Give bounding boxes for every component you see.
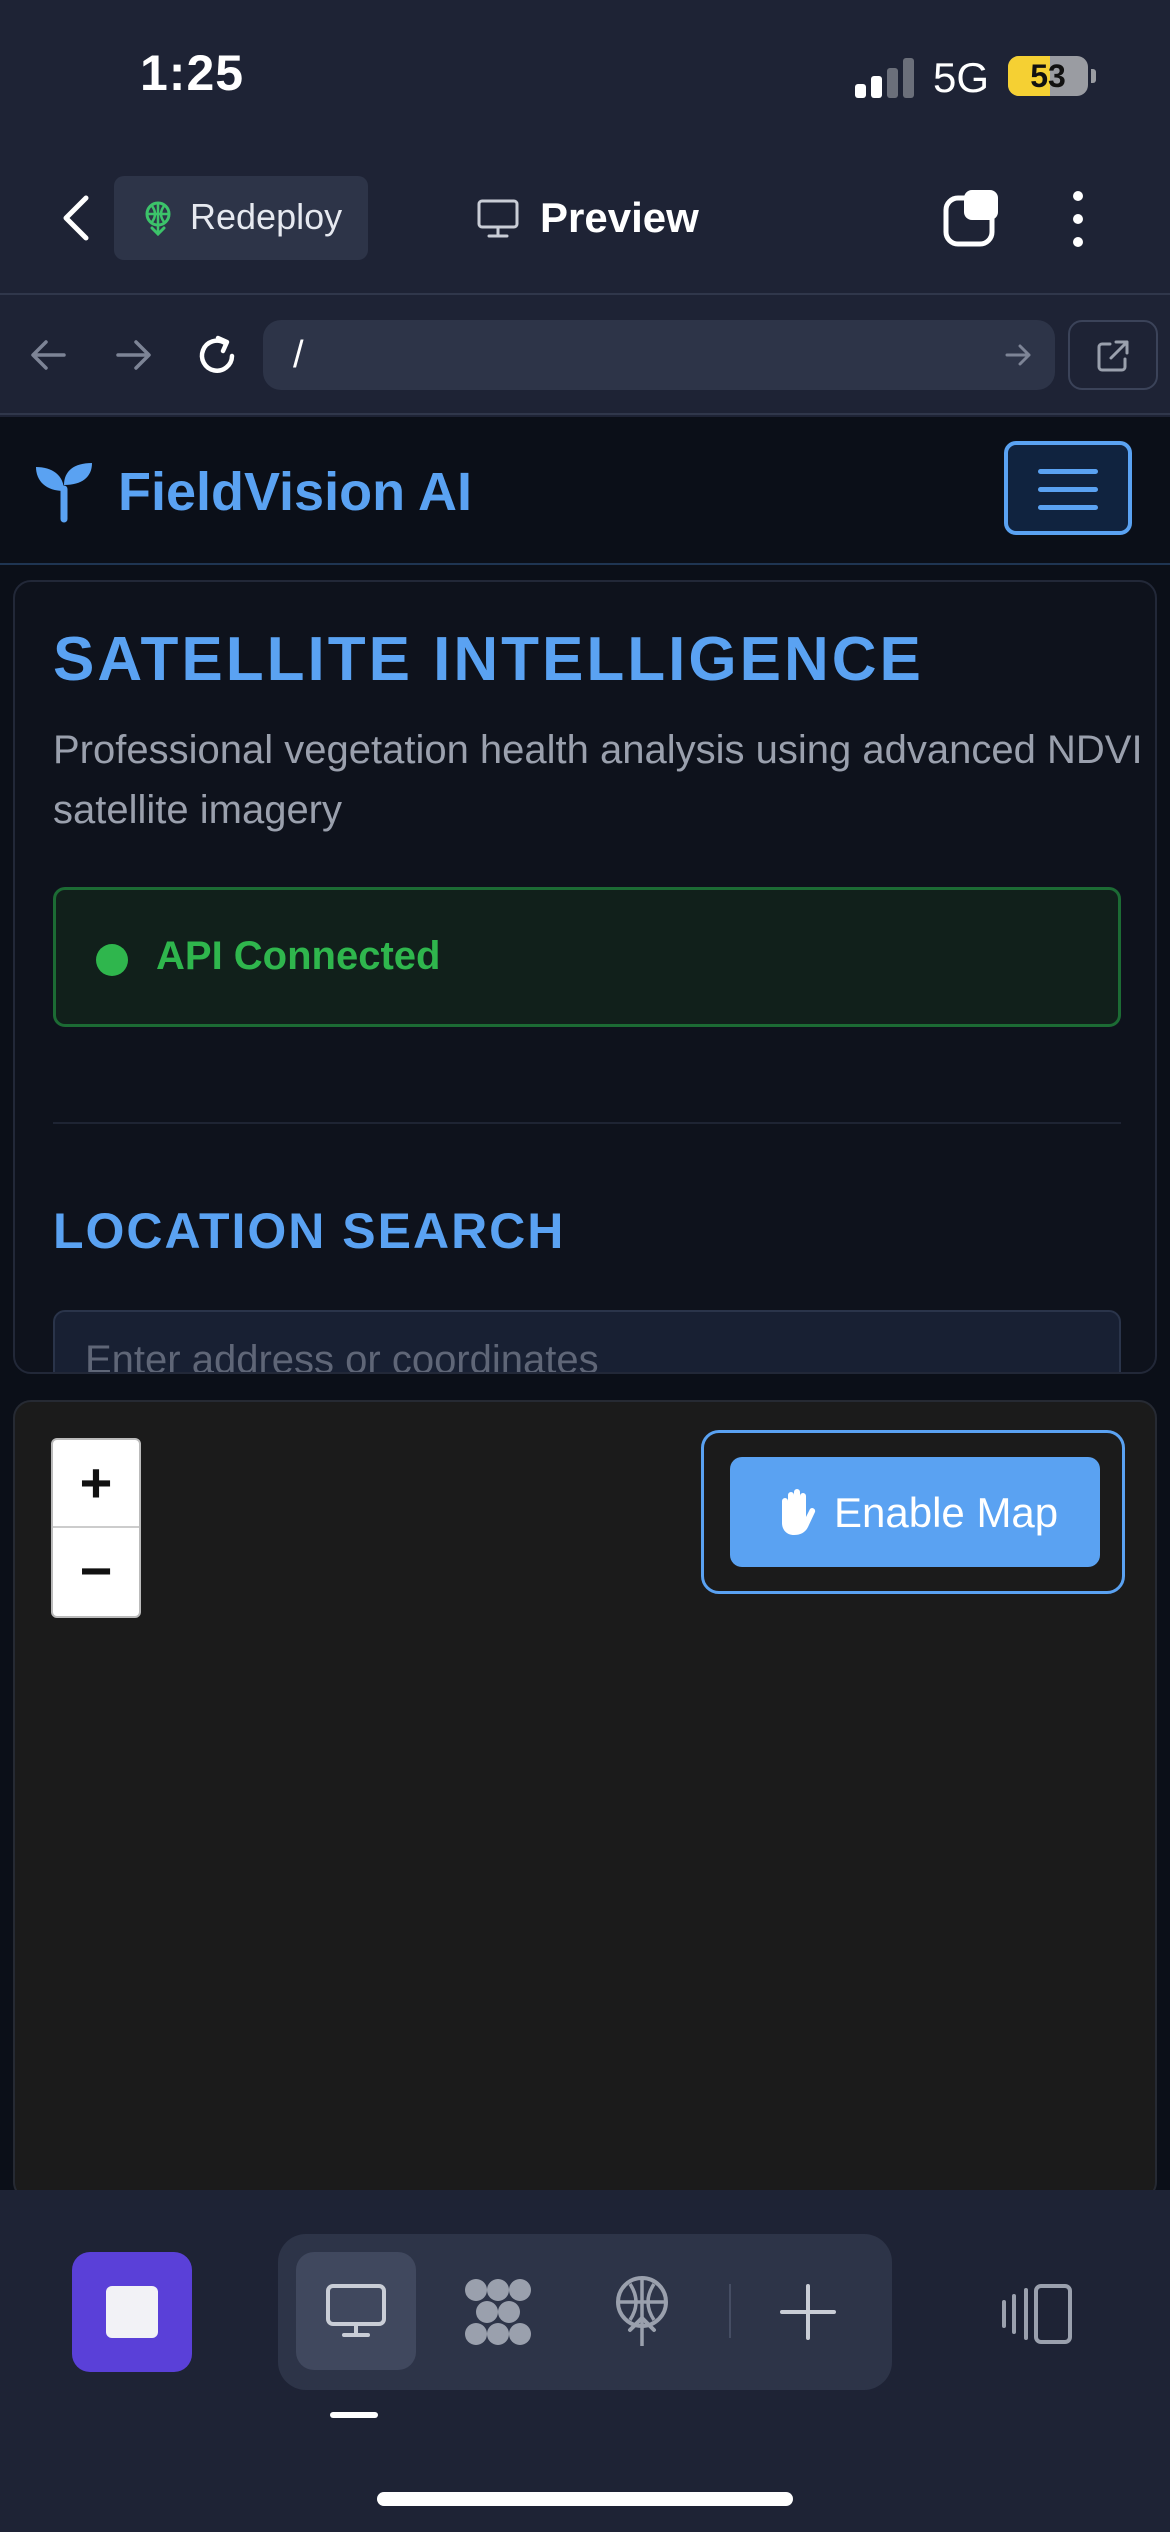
enable-map-focus-ring: Enable Map — [701, 1430, 1125, 1594]
menu-icon-bar — [1038, 487, 1098, 492]
location-search-heading: LOCATION SEARCH — [53, 1203, 566, 1259]
browser-forward-button[interactable] — [108, 330, 158, 380]
map-panel[interactable]: + − Enable Map — [13, 1400, 1157, 2190]
enable-map-label: Enable Map — [834, 1489, 1059, 1536]
zoom-in-button[interactable]: + — [53, 1440, 139, 1528]
tool-workflow-button[interactable] — [438, 2252, 558, 2370]
redeploy-button[interactable]: Redeploy — [114, 176, 368, 260]
monitor-icon — [477, 199, 519, 238]
stop-button[interactable] — [72, 2252, 192, 2372]
panel-subtitle: Professional vegetation health analysis … — [53, 728, 1143, 832]
browser-back-button[interactable] — [24, 330, 74, 380]
menu-icon — [1038, 469, 1098, 474]
tool-group — [278, 2234, 892, 2390]
arrow-right-icon — [116, 340, 151, 370]
enable-map-button[interactable]: Enable Map — [730, 1457, 1100, 1567]
sprout-icon — [36, 463, 92, 523]
tool-separator — [729, 2284, 731, 2338]
more-button[interactable] — [1060, 186, 1096, 252]
active-tab-indicator — [330, 2412, 378, 2418]
deploy-icon — [616, 2276, 668, 2346]
control-panel: SATELLITE INTELLIGENCE Professional vege… — [13, 580, 1157, 1374]
tabs-button[interactable] — [940, 186, 1006, 252]
preview-tab[interactable]: Preview — [476, 190, 726, 250]
redeploy-label: Redeploy — [190, 196, 343, 237]
website-viewport: FieldVision AI SATELLITE INTELLIGENCE Pr… — [0, 417, 1170, 2190]
add-tool-button[interactable] — [748, 2252, 868, 2370]
site-navbar: FieldVision AI — [0, 417, 1170, 565]
panel-title: SATELLITE INTELLIGENCE — [53, 625, 924, 694]
menu-toggle-button[interactable] — [1004, 441, 1132, 535]
zoom-control: + − — [51, 1438, 141, 1618]
deploy-icon — [145, 201, 171, 236]
status-dot-icon — [96, 944, 128, 976]
stop-icon — [106, 2286, 158, 2338]
monitor-icon — [326, 2284, 386, 2337]
divider — [53, 1122, 1121, 1124]
api-status-label: API Connected — [156, 934, 441, 978]
home-indicator — [377, 2492, 793, 2506]
tool-preview-button[interactable] — [296, 2252, 416, 2370]
tabs-icon — [943, 190, 998, 247]
reload-icon — [199, 335, 235, 373]
menu-icon-bar — [1038, 505, 1098, 510]
go-arrow-icon[interactable] — [1001, 338, 1035, 372]
external-link-icon — [1097, 340, 1129, 372]
url-text: / — [293, 334, 304, 376]
workflow-icon — [465, 2279, 531, 2345]
tool-deploy-button[interactable] — [582, 2252, 702, 2370]
layout-icon — [1002, 2284, 1072, 2344]
more-vertical-icon — [1073, 191, 1083, 247]
layout-button[interactable] — [1000, 2282, 1076, 2346]
preview-label: Preview — [540, 194, 699, 241]
battery-percent: 53 — [1030, 58, 1066, 94]
status-time: 1:25 — [140, 45, 245, 101]
battery-nub — [1091, 69, 1096, 83]
open-external-button[interactable] — [1068, 320, 1158, 390]
reload-button[interactable] — [192, 330, 242, 380]
arrow-left-icon — [31, 340, 66, 370]
back-icon — [63, 195, 89, 241]
battery-icon: 53 — [1008, 56, 1088, 96]
hand-icon — [782, 1489, 816, 1535]
back-button[interactable] — [52, 190, 102, 246]
location-search-input[interactable] — [53, 1310, 1121, 1372]
zoom-out-button[interactable]: − — [53, 1528, 139, 1616]
brand-name[interactable]: FieldVision AI — [118, 461, 472, 523]
network-label: 5G — [933, 54, 990, 101]
api-status-badge: API Connected — [53, 887, 1121, 1027]
signal-icon — [855, 58, 917, 98]
plus-icon — [780, 2284, 836, 2340]
url-field[interactable]: / — [263, 320, 1055, 390]
